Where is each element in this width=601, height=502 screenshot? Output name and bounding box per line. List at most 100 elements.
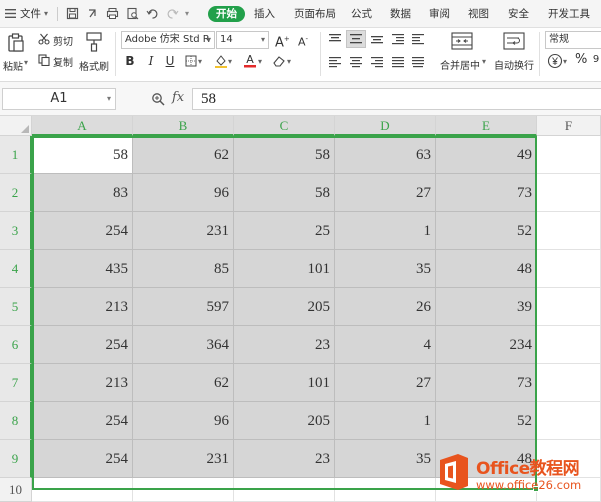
column-header-a[interactable]: A [32,116,133,136]
select-all-corner[interactable] [0,116,32,136]
redo-icon[interactable] [166,7,179,20]
fx-button[interactable]: fx [172,90,184,105]
paste-button[interactable]: 粘贴 [3,58,23,73]
align-bottom-icon[interactable] [370,33,384,45]
cell-e6[interactable]: 234 [436,326,537,364]
cell-b8[interactable]: 96 [133,402,234,440]
cut-button[interactable]: 剪切 [53,33,73,48]
cell-d4[interactable]: 35 [335,250,436,288]
cell-d10[interactable] [335,478,436,502]
cell-e1[interactable]: 49 [436,136,537,174]
cell-d6[interactable]: 4 [335,326,436,364]
bold-icon[interactable]: B [124,54,136,68]
row-header-4[interactable]: 4 [0,250,32,288]
quick-access-chevron-icon[interactable]: ▾ [185,6,189,22]
cell-e3[interactable]: 52 [436,212,537,250]
merge-center-button[interactable]: 合并居中 [440,57,480,72]
cell-a8[interactable]: 254 [32,402,133,440]
cell-d9[interactable]: 35 [335,440,436,478]
cell-a9[interactable]: 254 [32,440,133,478]
fill-color-icon[interactable] [214,54,228,68]
cell-c4[interactable]: 101 [234,250,335,288]
tab-view[interactable]: 视图 [468,6,489,22]
column-header-b[interactable]: B [133,116,234,136]
tab-insert[interactable]: 插入 [254,6,275,22]
cell-c2[interactable]: 58 [234,174,335,212]
tab-page-layout[interactable]: 页面布局 [294,6,336,22]
print-preview-icon[interactable] [126,7,139,20]
cell-b9[interactable]: 231 [133,440,234,478]
cell-b2[interactable]: 96 [133,174,234,212]
file-menu-chevron-icon[interactable]: ▾ [44,6,48,22]
decrease-font-icon[interactable]: A- [296,32,310,50]
row-header-9[interactable]: 9 [0,440,32,478]
cell-d5[interactable]: 26 [335,288,436,326]
cell-e5[interactable]: 39 [436,288,537,326]
cell-b5[interactable]: 597 [133,288,234,326]
align-left-icon[interactable] [328,56,342,68]
row-header-2[interactable]: 2 [0,174,32,212]
cell-e7[interactable]: 73 [436,364,537,402]
cell-a2[interactable]: 83 [32,174,133,212]
font-color-icon[interactable]: A [243,53,257,68]
cell-b6[interactable]: 364 [133,326,234,364]
cell-f7[interactable] [537,364,601,402]
row-header-3[interactable]: 3 [0,212,32,250]
cell-d7[interactable]: 27 [335,364,436,402]
copy-button[interactable]: 复制 [53,54,73,69]
border-chevron-icon[interactable]: ▾ [198,55,202,69]
border-icon[interactable] [185,55,197,67]
thousands-icon[interactable]: 9 [591,53,601,67]
cell-a10[interactable] [32,478,133,502]
indent-icon[interactable] [391,33,405,45]
row-header-6[interactable]: 6 [0,326,32,364]
row-header-10[interactable]: 10 [0,478,32,502]
cell-d3[interactable]: 1 [335,212,436,250]
font-size-select[interactable]: 14 ▾ [216,31,269,49]
cell-b1[interactable]: 62 [133,136,234,174]
cell-b10[interactable] [133,478,234,502]
cell-f5[interactable] [537,288,601,326]
row-header-8[interactable]: 8 [0,402,32,440]
cell-a1[interactable]: 58 [32,136,133,174]
tab-home[interactable]: 开始 [208,6,245,22]
align-middle-icon[interactable] [346,30,366,48]
scissors-icon[interactable] [38,33,50,45]
increase-font-icon[interactable]: A+ [275,32,290,50]
cell-e2[interactable]: 73 [436,174,537,212]
cell-f1[interactable] [537,136,601,174]
cell-e8[interactable]: 52 [436,402,537,440]
undo-icon[interactable] [146,7,159,20]
justify-icon[interactable] [391,56,405,68]
wrap-icon[interactable] [503,32,525,50]
align-center-icon[interactable] [349,56,363,68]
wrap-text-button[interactable]: 自动换行 [494,57,534,72]
name-box-chevron-icon[interactable]: ▾ [107,89,111,109]
cell-f3[interactable] [537,212,601,250]
cell-d8[interactable]: 1 [335,402,436,440]
merge-icon[interactable] [451,32,473,50]
cell-b4[interactable]: 85 [133,250,234,288]
column-header-f[interactable]: F [537,116,601,136]
cell-d2[interactable]: 27 [335,174,436,212]
row-header-7[interactable]: 7 [0,364,32,402]
cell-c10[interactable] [234,478,335,502]
name-box[interactable]: A1 ▾ [2,88,116,110]
cell-a5[interactable]: 213 [32,288,133,326]
cell-f2[interactable] [537,174,601,212]
font-name-select[interactable]: Adobe 仿宋 Std R ▾ [121,31,215,49]
cell-e4[interactable]: 48 [436,250,537,288]
cell-c1[interactable]: 58 [234,136,335,174]
underline-icon[interactable]: U [164,54,176,68]
tab-data[interactable]: 数据 [390,6,411,22]
paste-chevron-icon[interactable]: ▾ [24,58,28,67]
format-painter-button[interactable]: 格式刷 [79,58,109,73]
align-top-icon[interactable] [328,33,342,45]
cell-a4[interactable]: 435 [32,250,133,288]
paste-icon[interactable] [5,32,27,54]
cell-c3[interactable]: 25 [234,212,335,250]
clear-icon[interactable] [272,54,286,68]
cell-a7[interactable]: 213 [32,364,133,402]
cell-c7[interactable]: 101 [234,364,335,402]
tab-formulas[interactable]: 公式 [351,6,372,22]
